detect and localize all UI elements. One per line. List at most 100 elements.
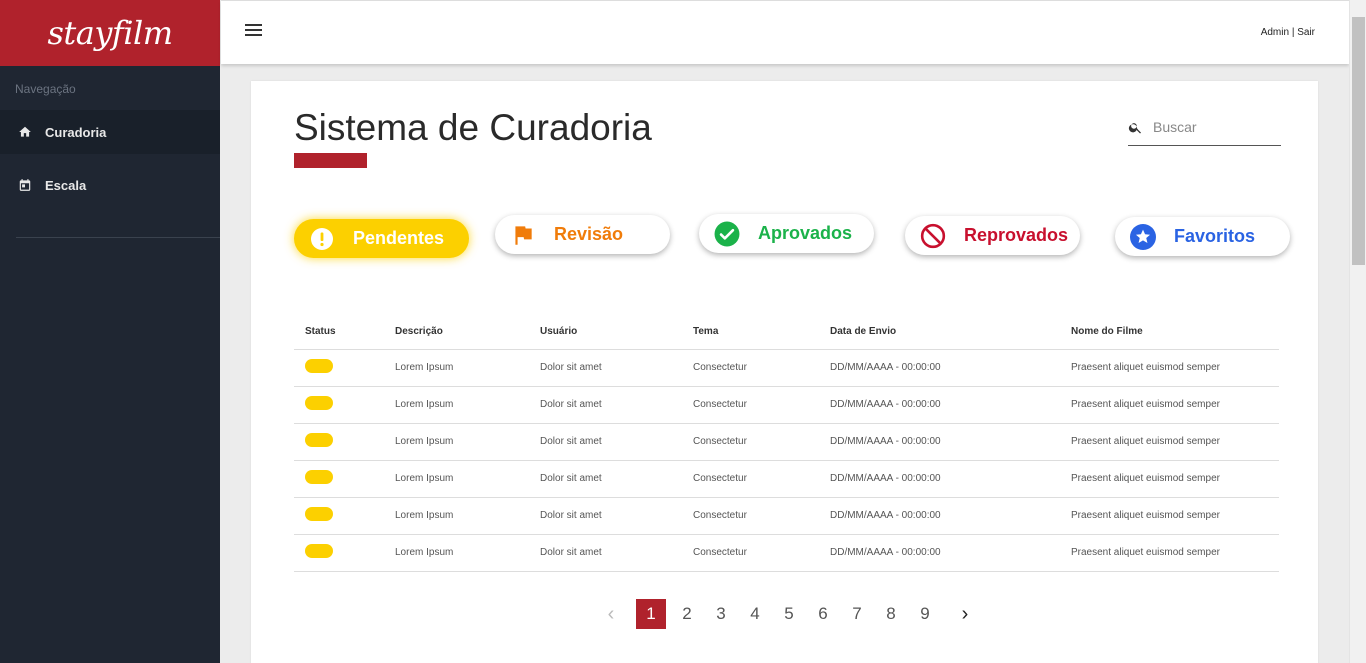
logo-bar: stayfilm <box>0 0 220 66</box>
table-row[interactable]: Lorem Ipsum Dolor sit amet Consectetur D… <box>294 497 1279 535</box>
status-pending-badge <box>305 396 333 410</box>
prev-page-button[interactable]: ‹ <box>594 599 628 629</box>
cell-data-envio: DD/MM/AAAA - 00:00:00 <box>830 460 1071 498</box>
status-pending-badge <box>305 544 333 558</box>
cell-tema: Consectetur <box>693 460 830 498</box>
stayfilm-logo[interactable]: stayfilm <box>47 14 173 52</box>
page-button[interactable]: 8 <box>874 599 908 629</box>
check-circle-icon <box>714 221 740 247</box>
table-row[interactable]: Lorem Ipsum Dolor sit amet Consectetur D… <box>294 349 1279 387</box>
cell-tema: Consectetur <box>693 423 830 461</box>
cell-descricao: Lorem Ipsum <box>395 349 540 387</box>
status-cell <box>294 349 395 387</box>
cell-descricao: Lorem Ipsum <box>395 460 540 498</box>
filter-label: Reprovados <box>964 225 1069 245</box>
column-header[interactable]: Status <box>294 313 395 350</box>
status-cell <box>294 534 395 572</box>
search-input[interactable] <box>1153 119 1278 135</box>
filter-label: Aprovados <box>758 223 853 243</box>
admin-logout-links[interactable]: Admin | Sair <box>1261 27 1315 38</box>
cell-data-envio: DD/MM/AAAA - 00:00:00 <box>830 386 1071 424</box>
cell-descricao: Lorem Ipsum <box>395 534 540 572</box>
page-button[interactable]: 4 <box>738 599 772 629</box>
status-pending-badge <box>305 433 333 447</box>
filter-label: Favoritos <box>1174 226 1256 246</box>
filter-label: Revisão <box>554 224 624 244</box>
exclamation-icon <box>309 226 335 252</box>
column-header[interactable]: Descrição <box>395 313 540 350</box>
cell-data-envio: DD/MM/AAAA - 00:00:00 <box>830 349 1071 387</box>
filter-pendentes-button[interactable]: Pendentes <box>294 219 469 258</box>
sidebar-item-curadoria[interactable]: Curadoria <box>0 110 220 154</box>
column-header[interactable]: Tema <box>693 313 830 350</box>
page-button-current[interactable]: 1 <box>636 599 666 629</box>
status-cell <box>294 386 395 424</box>
cell-nome-filme: Praesent aliquet euismod semper <box>1071 497 1279 535</box>
column-header[interactable]: Data de Envio <box>830 313 1071 350</box>
filter-reprovados-button[interactable]: Reprovados <box>905 216 1080 255</box>
page-button[interactable]: 9 <box>908 599 942 629</box>
cell-nome-filme: Praesent aliquet euismod semper <box>1071 534 1279 572</box>
sidebar-item-escala[interactable]: Escala <box>0 163 220 207</box>
filter-aprovados-button[interactable]: Aprovados <box>699 214 874 253</box>
cell-usuario: Dolor sit amet <box>540 534 693 572</box>
cell-descricao: Lorem Ipsum <box>395 497 540 535</box>
cell-data-envio: DD/MM/AAAA - 00:00:00 <box>830 534 1071 572</box>
status-pending-badge <box>305 359 333 373</box>
filter-label: Pendentes <box>353 228 445 248</box>
search-icon <box>1128 123 1141 134</box>
page-button[interactable]: 3 <box>704 599 738 629</box>
cell-nome-filme: Praesent aliquet euismod semper <box>1071 423 1279 461</box>
scrollbar-thumb[interactable] <box>1352 17 1365 265</box>
page-button[interactable]: 7 <box>840 599 874 629</box>
cell-tema: Consectetur <box>693 534 830 572</box>
filter-favoritos-button[interactable]: Favoritos <box>1115 217 1290 256</box>
status-cell <box>294 423 395 461</box>
page-button[interactable]: 6 <box>806 599 840 629</box>
cell-tema: Consectetur <box>693 349 830 387</box>
table-row[interactable]: Lorem Ipsum Dolor sit amet Consectetur D… <box>294 386 1279 424</box>
page-scrollbar[interactable] <box>1349 0 1366 663</box>
star-circle-icon <box>1130 223 1156 250</box>
status-cell <box>294 497 395 535</box>
sidebar: stayfilm Navegação Curadoria Escala <box>0 0 220 663</box>
column-header[interactable]: Nome do Filme <box>1071 313 1279 350</box>
page-title: Sistema de Curadoria <box>294 107 652 148</box>
cell-nome-filme: Praesent aliquet euismod semper <box>1071 386 1279 424</box>
flag-icon <box>510 222 536 248</box>
title-underline <box>294 153 367 168</box>
submissions-table: Status Descrição Usuário Tema Data de En… <box>294 313 1279 572</box>
search-box <box>1128 111 1281 146</box>
cell-tema: Consectetur <box>693 386 830 424</box>
nav-heading: Navegação <box>15 82 76 96</box>
status-cell <box>294 460 395 498</box>
cell-descricao: Lorem Ipsum <box>395 386 540 424</box>
cell-usuario: Dolor sit amet <box>540 497 693 535</box>
table-row[interactable]: Lorem Ipsum Dolor sit amet Consectetur D… <box>294 423 1279 461</box>
hamburger-menu-icon[interactable] <box>245 24 262 38</box>
page-button[interactable]: 2 <box>670 599 704 629</box>
sidebar-item-label: Escala <box>45 177 87 193</box>
cell-tema: Consectetur <box>693 497 830 535</box>
cell-usuario: Dolor sit amet <box>540 423 693 461</box>
cell-usuario: Dolor sit amet <box>540 349 693 387</box>
next-page-button[interactable]: › <box>948 599 982 629</box>
cell-descricao: Lorem Ipsum <box>395 423 540 461</box>
table-row[interactable]: Lorem Ipsum Dolor sit amet Consectetur D… <box>294 460 1279 498</box>
sidebar-item-label: Curadoria <box>45 124 107 140</box>
cell-data-envio: DD/MM/AAAA - 00:00:00 <box>830 423 1071 461</box>
table-header-row: Status Descrição Usuário Tema Data de En… <box>294 313 1279 350</box>
status-pending-badge <box>305 507 333 521</box>
cell-usuario: Dolor sit amet <box>540 386 693 424</box>
main-card: Sistema de Curadoria Pendentes Revisão A… <box>251 81 1318 663</box>
calendar-icon <box>19 179 31 191</box>
pagination: ‹ 1 2 3 4 5 6 7 8 9 › <box>594 599 982 629</box>
column-header[interactable]: Usuário <box>540 313 693 350</box>
cell-data-envio: DD/MM/AAAA - 00:00:00 <box>830 497 1071 535</box>
block-icon <box>920 223 946 249</box>
nav-divider <box>16 237 220 238</box>
cell-nome-filme: Praesent aliquet euismod semper <box>1071 349 1279 387</box>
filter-revisao-button[interactable]: Revisão <box>495 215 670 254</box>
page-button[interactable]: 5 <box>772 599 806 629</box>
table-row[interactable]: Lorem Ipsum Dolor sit amet Consectetur D… <box>294 534 1279 572</box>
